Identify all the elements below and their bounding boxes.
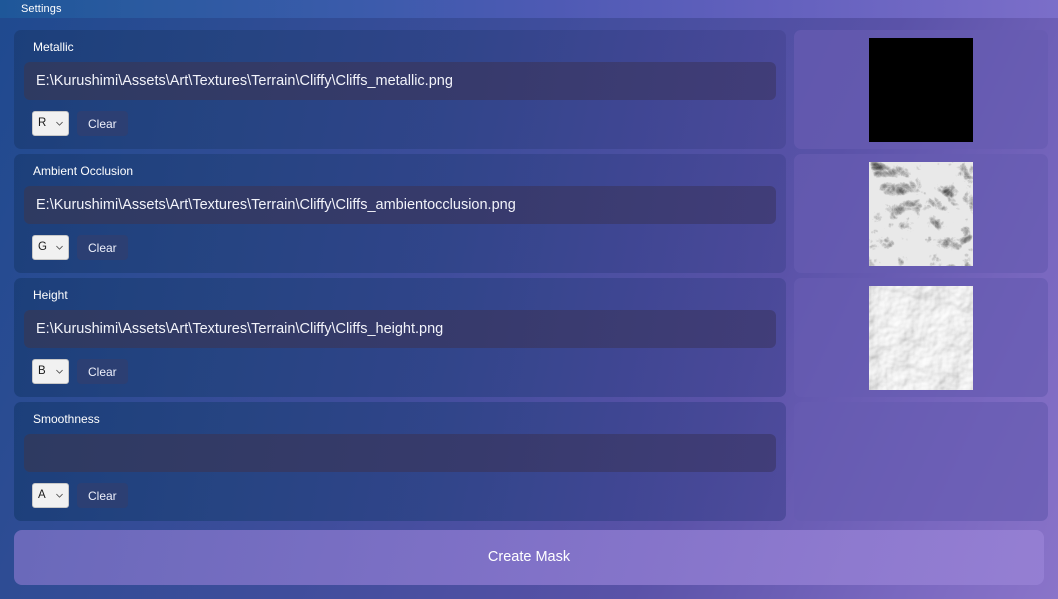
path-input-smoothness[interactable] — [24, 434, 776, 472]
preview-image-ambient-occlusion — [869, 161, 973, 266]
chevron-down-icon — [55, 243, 64, 252]
window-title: Settings — [21, 2, 62, 15]
preview-image-metallic — [869, 37, 973, 142]
channel-select-value-metallic: R — [38, 116, 47, 129]
controls-row-ambient-occlusion: G Clear — [24, 235, 776, 260]
app-window: Settings Metallic E:\Kurushimi\Assets\Ar… — [0, 0, 1058, 599]
channel-select-value-ambient-occlusion: G — [38, 240, 47, 253]
preview-image-height — [869, 285, 973, 390]
path-input-metallic[interactable]: E:\Kurushimi\Assets\Art\Textures\Terrain… — [24, 62, 776, 100]
clear-button-ambient-occlusion[interactable]: Clear — [77, 235, 128, 260]
clear-button-smoothness[interactable]: Clear — [77, 483, 128, 508]
path-input-ambient-occlusion[interactable]: E:\Kurushimi\Assets\Art\Textures\Terrain… — [24, 186, 776, 224]
controls-row-height: B Clear — [24, 359, 776, 384]
channel-card-smoothness: Smoothness A Clear — [14, 402, 786, 521]
channel-card-list: Metallic E:\Kurushimi\Assets\Art\Texture… — [14, 30, 786, 521]
chevron-down-icon — [55, 491, 64, 500]
columns-layout: Metallic E:\Kurushimi\Assets\Art\Texture… — [14, 30, 1048, 521]
channel-card-metallic: Metallic E:\Kurushimi\Assets\Art\Texture… — [14, 30, 786, 149]
create-mask-label: Create Mask — [487, 549, 571, 566]
channel-select-value-height: B — [38, 364, 46, 377]
channel-select-ambient-occlusion[interactable]: G — [32, 235, 69, 260]
preview-list — [794, 30, 1048, 521]
channel-label-height: Height — [33, 288, 68, 302]
preview-card-height — [794, 278, 1048, 397]
main-content: Metallic E:\Kurushimi\Assets\Art\Texture… — [0, 18, 1058, 599]
clear-button-metallic[interactable]: Clear — [77, 111, 128, 136]
channel-select-value-smoothness: A — [38, 488, 46, 501]
titlebar: Settings — [0, 0, 1058, 18]
path-text-metallic: E:\Kurushimi\Assets\Art\Textures\Terrain… — [36, 73, 453, 89]
path-text-height: E:\Kurushimi\Assets\Art\Textures\Terrain… — [36, 321, 444, 337]
channel-label-metallic: Metallic — [33, 40, 74, 54]
clear-button-height[interactable]: Clear — [77, 359, 128, 384]
controls-row-smoothness: A Clear — [24, 483, 776, 508]
path-input-height[interactable]: E:\Kurushimi\Assets\Art\Textures\Terrain… — [24, 310, 776, 348]
preview-card-smoothness — [794, 402, 1048, 521]
path-text-ambient-occlusion: E:\Kurushimi\Assets\Art\Textures\Terrain… — [36, 197, 516, 213]
channel-card-height: Height E:\Kurushimi\Assets\Art\Textures\… — [14, 278, 786, 397]
channel-label-ambient-occlusion: Ambient Occlusion — [33, 164, 134, 178]
channel-label-smoothness: Smoothness — [33, 412, 100, 426]
channel-select-metallic[interactable]: R — [32, 111, 69, 136]
chevron-down-icon — [55, 119, 64, 128]
controls-row-metallic: R Clear — [24, 111, 776, 136]
create-mask-button[interactable]: Create Mask — [14, 530, 1044, 585]
preview-card-metallic — [794, 30, 1048, 149]
chevron-down-icon — [55, 367, 64, 376]
channel-select-smoothness[interactable]: A — [32, 483, 69, 508]
channel-select-height[interactable]: B — [32, 359, 69, 384]
preview-card-ambient-occlusion — [794, 154, 1048, 273]
channel-card-ambient-occlusion: Ambient Occlusion E:\Kurushimi\Assets\Ar… — [14, 154, 786, 273]
